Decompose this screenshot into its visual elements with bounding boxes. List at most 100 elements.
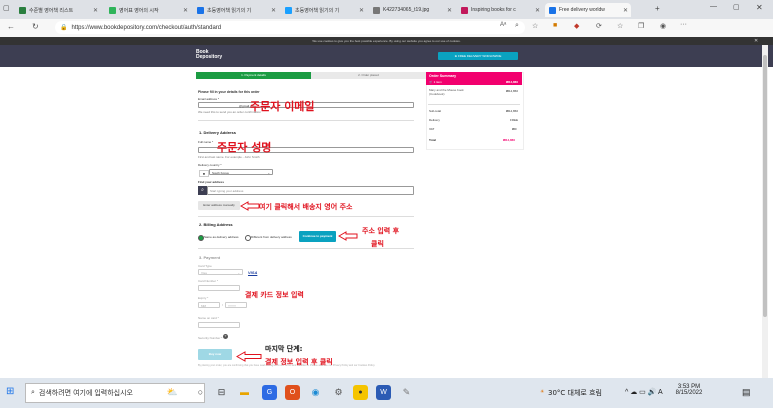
annotation-continue-2: 클릭 bbox=[371, 240, 384, 248]
maximize-icon[interactable]: ▢ bbox=[733, 3, 740, 11]
kakaotalk-icon[interactable]: ● bbox=[353, 385, 368, 400]
back-icon[interactable]: ← bbox=[7, 22, 15, 31]
annotation-manual-address: 여기 클릭해서 배송지 영어 주소 bbox=[259, 203, 353, 211]
tab-favicon-icon bbox=[285, 6, 292, 14]
order-book-price: ₩14,860 bbox=[506, 89, 519, 93]
tab-close-icon[interactable]: ✕ bbox=[623, 7, 628, 14]
expiry-year-select[interactable]: YYYY bbox=[225, 302, 247, 308]
system-tray-icons[interactable]: ^ ☁ ▭ 🔊 A bbox=[625, 388, 663, 396]
subtotal-value: ₩14,860 bbox=[506, 109, 519, 113]
order-summary-title: Order Summary bbox=[429, 74, 457, 78]
card-number-field[interactable] bbox=[198, 285, 240, 291]
close-window-icon[interactable]: ✕ bbox=[756, 3, 763, 12]
find-address-input[interactable]: Start typing your address bbox=[207, 186, 414, 195]
arrow-left-icon bbox=[338, 231, 358, 241]
tab-close-icon[interactable]: ✕ bbox=[535, 7, 540, 14]
collections-icon[interactable]: ❐ bbox=[638, 22, 644, 30]
extension-icon[interactable]: ■ bbox=[553, 22, 557, 29]
annotation-continue-1: 주소 입력 후 bbox=[362, 227, 400, 235]
refresh-icon[interactable]: ↻ bbox=[32, 22, 39, 31]
find-address-placeholder: Start typing your address bbox=[210, 189, 244, 193]
address-bar[interactable]: 🔒 https://www.bookdepository.com/checkou… bbox=[55, 21, 525, 34]
divider bbox=[198, 120, 414, 121]
taskbar-clock[interactable]: 3:53 PM 8/15/2022 bbox=[673, 384, 705, 396]
card-type-select[interactable]: Visa ⌄ bbox=[198, 269, 243, 275]
app-icon[interactable]: G bbox=[262, 385, 277, 400]
card-type-value: Visa bbox=[201, 271, 207, 275]
order-book-title: Mary and the Mouse book (Cookbook) bbox=[429, 88, 464, 96]
arrow-left-icon bbox=[240, 201, 260, 211]
browser-tab[interactable]: Inspiring books for c ✕ bbox=[457, 3, 543, 17]
minimize-icon[interactable]: — bbox=[710, 3, 717, 10]
tab-close-icon[interactable]: ✕ bbox=[447, 7, 452, 14]
web-page bbox=[0, 37, 773, 378]
favorite-icon[interactable]: ☆ bbox=[532, 22, 538, 30]
tab-close-icon[interactable]: ✕ bbox=[359, 7, 364, 14]
tab-close-icon[interactable]: ✕ bbox=[93, 7, 98, 14]
site-header bbox=[0, 45, 773, 67]
read-aloud-icon[interactable]: Aᵃ bbox=[500, 22, 506, 28]
tab-actions-icon[interactable]: ▢ bbox=[3, 4, 13, 14]
name-on-card-field[interactable] bbox=[198, 322, 240, 328]
tab-close-icon[interactable]: ✕ bbox=[271, 7, 276, 14]
notifications-icon[interactable]: ▤ bbox=[742, 387, 751, 398]
site-logo[interactable]: Book Depository bbox=[196, 50, 222, 60]
new-tab-icon[interactable]: + bbox=[655, 4, 660, 13]
clock-date: 8/15/2022 bbox=[675, 390, 703, 396]
tab-label: 수준별 영어책 리스트 bbox=[29, 7, 74, 14]
search-icon: ⌕ bbox=[31, 389, 35, 396]
tab-close-icon[interactable]: ✕ bbox=[183, 7, 188, 14]
task-view-icon[interactable]: ○ bbox=[193, 385, 208, 400]
step-order-placed: 2. Order placed bbox=[311, 72, 426, 79]
tab-label: Inspiring books for c bbox=[471, 7, 516, 13]
browser-tab[interactable]: 영어표 영어의 시작 ✕ bbox=[105, 3, 191, 17]
edge-icon[interactable]: ◉ bbox=[308, 385, 323, 400]
weather-widget-icon[interactable]: ⛅ bbox=[165, 385, 180, 400]
scrollbar-thumb[interactable] bbox=[763, 55, 767, 317]
buy-now-button[interactable]: Buy now bbox=[198, 349, 232, 360]
expiry-month-select[interactable]: MM bbox=[198, 302, 220, 308]
continue-to-payment-button[interactable]: Continue to payment bbox=[299, 231, 336, 242]
favorites-bar-icon[interactable]: ☆ bbox=[617, 22, 623, 30]
delivery-title: 1. Delivery Address bbox=[199, 130, 236, 135]
windows-start-icon[interactable]: ⊞ bbox=[6, 386, 14, 397]
weather-text[interactable]: 30°C 대체로 흐림 bbox=[548, 388, 602, 398]
logo-line2: Depository bbox=[196, 54, 223, 60]
tab-label: 영어표 영어의 시작 bbox=[119, 7, 159, 14]
divider bbox=[198, 216, 414, 217]
browser-tab[interactable]: K422734065_t19.jpg ✕ bbox=[369, 3, 455, 17]
cookie-close-icon[interactable]: ✕ bbox=[754, 37, 758, 45]
zoom-icon[interactable]: ⌕ bbox=[515, 22, 519, 30]
widgets-icon[interactable]: ⊟ bbox=[214, 385, 229, 400]
help-icon[interactable]: ? bbox=[223, 334, 228, 339]
country-select[interactable]: South Korea ⌄ bbox=[209, 169, 273, 175]
profile-icon[interactable]: ◉ bbox=[660, 22, 666, 30]
browser-tab[interactable]: 수준별 영어책 리스트 ✕ bbox=[15, 3, 101, 17]
url-text: https://www.bookdepository.com/checkout/… bbox=[71, 24, 222, 31]
browser-tab[interactable]: Free delivery worldw ✕ bbox=[545, 3, 631, 17]
browser-tab[interactable]: 초등영어책 읽기의 기 ✕ bbox=[281, 3, 367, 17]
enter-address-manually-button[interactable]: Enter address manually bbox=[198, 201, 240, 210]
annotation-final-2: 결제 정보 입력 후 클릭 bbox=[265, 358, 333, 366]
office-icon[interactable]: O bbox=[285, 385, 300, 400]
file-explorer-icon[interactable]: ▬ bbox=[237, 385, 252, 400]
billing-title: 2. Billing Address bbox=[199, 222, 233, 227]
more-icon[interactable]: ··· bbox=[680, 21, 687, 28]
annotation-email: 주문자 이메일 bbox=[250, 100, 315, 113]
word-icon[interactable]: W bbox=[376, 385, 391, 400]
free-delivery-banner: ⊕ FREE DELIVERY WORLDWIDE bbox=[438, 52, 518, 60]
settings-icon[interactable]: ⚙ bbox=[331, 385, 346, 400]
delivery-value: FREE bbox=[510, 118, 519, 122]
country-value: South Korea bbox=[212, 171, 229, 175]
security-number-label: Security Number * bbox=[198, 336, 223, 340]
pen-icon[interactable]: ✎ bbox=[399, 385, 414, 400]
fullname-label: Full name * bbox=[198, 140, 214, 144]
browser-tab[interactable]: 초등영어책 읽기의 기 ✕ bbox=[193, 3, 279, 17]
order-item-count-text: 1 item bbox=[433, 80, 442, 84]
order-item-count: 🛒 1 item bbox=[429, 80, 442, 84]
fullname-hint: First and last name. For example - John … bbox=[198, 155, 260, 159]
extension-2-icon[interactable]: ◆ bbox=[574, 22, 579, 30]
sync-icon[interactable]: ⟳ bbox=[596, 22, 602, 30]
free-delivery-text: FREE DELIVERY WORLDWIDE bbox=[457, 54, 502, 58]
tab-label: K422734065_t19.jpg bbox=[383, 7, 430, 13]
